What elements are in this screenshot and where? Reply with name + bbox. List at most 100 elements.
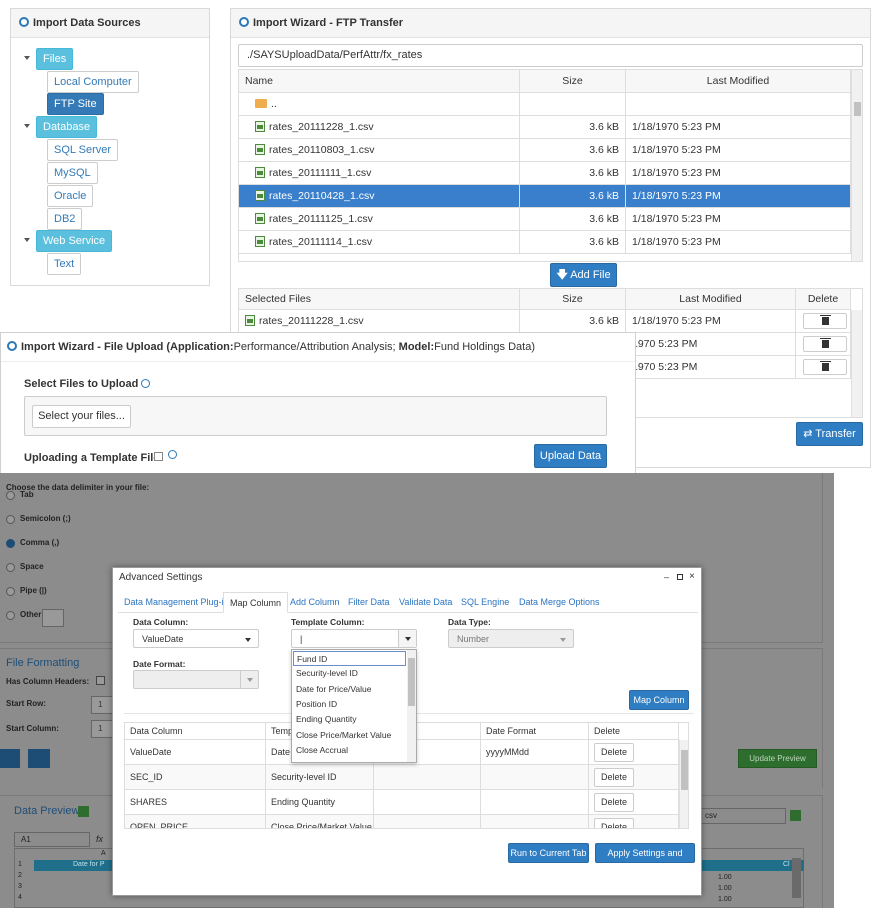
dropdown-option[interactable]: Close Price/Market Value — [293, 728, 406, 743]
tab-sql-engine[interactable]: SQL Engine — [461, 592, 509, 612]
expand-files-icon[interactable] — [24, 56, 30, 60]
parent-dir-cell: .. — [239, 93, 520, 115]
bg-save-button[interactable] — [28, 749, 50, 768]
tree-node-text[interactable]: Text — [47, 253, 82, 275]
tree-node-sql-server[interactable]: SQL Server — [47, 139, 119, 161]
tab-data-merge-options[interactable]: Data Merge Options — [519, 592, 600, 612]
tab-add-column[interactable]: Add Column — [290, 592, 340, 612]
tree-node-local-computer[interactable]: Local Computer — [47, 71, 139, 93]
mapping-row[interactable]: SEC_ID Security-level ID Delete — [125, 765, 679, 790]
bg-spreadsheet-scrollbar[interactable] — [792, 858, 801, 898]
ftp-path-field[interactable]: ./SAYSUploadData/PerfAttr/fx_rates — [238, 44, 863, 67]
template-caret-box[interactable] — [398, 630, 416, 647]
bg-refresh-icon[interactable] — [78, 806, 89, 817]
tree-node-web-service[interactable]: Web Service — [36, 230, 113, 252]
tree-node-files[interactable]: Files — [36, 48, 74, 70]
selected-grid-scrollbar[interactable] — [851, 310, 862, 417]
transfer-button[interactable]: ⇄ Transfer — [796, 422, 863, 446]
dropdown-option[interactable]: Ending Quantity — [293, 712, 406, 727]
tab-map-column[interactable]: Map Column — [223, 592, 289, 613]
select-files-label: Select Files to Upload — [24, 378, 154, 390]
dropdown-scroll-thumb[interactable] — [408, 658, 415, 706]
close-icon[interactable]: × — [689, 571, 695, 582]
dropdown-option[interactable]: Fund ID — [293, 651, 406, 666]
tree-node-database[interactable]: Database — [36, 116, 98, 138]
ftp-file-row[interactable]: rates_20111228_1.csv 3.6 kB 1/18/1970 5:23… — [239, 116, 851, 139]
tab-data-management-plugin[interactable]: Data Management Plug-in — [124, 592, 229, 612]
delete-file-button[interactable] — [803, 336, 847, 352]
apply-settings-close-button[interactable]: Apply Settings and Close — [595, 843, 695, 876]
mapping-table-scrollbar[interactable] — [679, 740, 688, 828]
delete-file-button[interactable] — [803, 359, 847, 375]
tree-node-oracle[interactable]: Oracle — [47, 185, 94, 207]
bg-csv-icon[interactable] — [790, 810, 801, 821]
mapping-delete-button[interactable]: Delete — [594, 818, 634, 828]
add-file-button[interactable]: 🡇 Add File — [550, 263, 617, 287]
bg-cell-value: 1.00 — [718, 896, 732, 903]
col-header-size[interactable]: Size — [520, 70, 626, 92]
expand-database-icon[interactable] — [24, 124, 30, 128]
col-header-selected-size[interactable]: Size — [520, 289, 626, 309]
tree-node-ftp-site[interactable]: FTP Site — [47, 93, 104, 115]
bg-update-preview-button[interactable]: Update Preview — [738, 749, 817, 768]
mapping-delete-button[interactable]: Delete — [594, 793, 634, 812]
mapping-delete-button[interactable]: Delete — [594, 768, 634, 787]
ftp-file-row[interactable]: rates_20110428_1.csv 3.6 kB 1/18/1970 5:23… — [239, 185, 851, 208]
template-column-select[interactable]: | — [291, 629, 417, 648]
bg-delim-radio[interactable] — [6, 587, 15, 596]
upload-data-button[interactable]: Upload Data — [534, 444, 607, 468]
selected-file-row[interactable]: rates_20111228_1.csv 3.6 kB 1/18/1970 5:23… — [239, 310, 851, 333]
bg-delim-radio[interactable] — [6, 515, 15, 524]
bg-delim-radio[interactable] — [6, 611, 15, 620]
ftp-file-row[interactable]: rates_20110803_1.csv 3.6 kB 1/18/1970 5:23… — [239, 139, 851, 162]
bg-start-row-input[interactable]: 1 — [91, 696, 113, 714]
chevron-down-icon — [245, 638, 251, 642]
data-column-select[interactable]: ValueDate — [133, 629, 259, 648]
ftp-file-row[interactable]: rates_20111111_1.csv 3.6 kB 1/18/1970 5:23… — [239, 162, 851, 185]
dropdown-scrollbar[interactable] — [407, 650, 416, 762]
bg-folder-button[interactable] — [0, 749, 20, 768]
map-column-button[interactable]: Map Column — [629, 690, 689, 710]
dropdown-option[interactable]: Close Accrual — [293, 743, 406, 758]
bg-headers-checkbox[interactable] — [96, 676, 105, 685]
bg-start-col-input[interactable]: 1 — [91, 720, 113, 738]
template-file-checkbox[interactable] — [154, 452, 163, 461]
maximize-icon[interactable] — [677, 574, 683, 580]
run-to-current-tab-button[interactable]: Run to Current Tab — [508, 843, 589, 863]
bg-delim-radio[interactable] — [6, 563, 15, 572]
expand-web-service-icon[interactable] — [24, 238, 30, 242]
select-files-button[interactable]: Select your files... — [32, 405, 131, 428]
col-header-selected-modified[interactable]: Last Modified — [626, 289, 796, 309]
help-icon[interactable] — [141, 379, 151, 388]
bg-cell-ref-box[interactable]: A1 — [14, 832, 90, 847]
ftp-file-row[interactable]: rates_20111114_1.csv 3.6 kB 1/18/1970 5:23… — [239, 231, 851, 254]
dropdown-option[interactable]: Date for Price/Value — [293, 682, 406, 697]
file-name-cell: rates_20110803_1.csv — [239, 139, 520, 161]
col-header-name[interactable]: Name — [239, 70, 520, 92]
minimize-icon[interactable]: – — [664, 572, 669, 582]
bg-other-input[interactable] — [42, 609, 64, 627]
delete-file-button[interactable] — [803, 313, 847, 329]
mapping-date-format: yyyyMMdd — [481, 740, 589, 764]
tab-validate-data[interactable]: Validate Data — [399, 592, 452, 612]
mapping-row[interactable]: SHARES Ending Quantity Delete — [125, 790, 679, 815]
bg-delim-radio[interactable] — [6, 539, 15, 548]
dropdown-option[interactable]: Security-level ID — [293, 666, 406, 681]
tree-node-db2[interactable]: DB2 — [47, 208, 83, 230]
scroll-thumb[interactable] — [681, 750, 688, 790]
ftp-parent-dir-row[interactable]: .. — [239, 93, 851, 116]
ftp-file-row[interactable]: rates_20111125_1.csv 3.6 kB 1/18/1970 5:23… — [239, 208, 851, 231]
col-header-selected-files[interactable]: Selected Files — [239, 289, 520, 309]
col-header-last-modified[interactable]: Last Modified — [626, 70, 851, 92]
dropdown-option[interactable]: Position ID — [293, 697, 406, 712]
template-help-icon[interactable] — [168, 450, 177, 459]
ftp-grid-scrollbar[interactable] — [851, 70, 862, 261]
tree-node-mysql[interactable]: MySQL — [47, 162, 98, 184]
tab-filter-data[interactable]: Filter Data — [348, 592, 390, 612]
bg-delim-radio[interactable] — [6, 491, 15, 500]
mapping-delete-button[interactable]: Delete — [594, 743, 634, 762]
col-header-delete[interactable]: Delete — [796, 289, 851, 309]
bg-csv-select[interactable]: csv — [698, 808, 786, 824]
mapping-row[interactable]: OPEN_PRICE Close Price/Market Value Delete — [125, 815, 679, 828]
scroll-thumb[interactable] — [854, 102, 861, 116]
